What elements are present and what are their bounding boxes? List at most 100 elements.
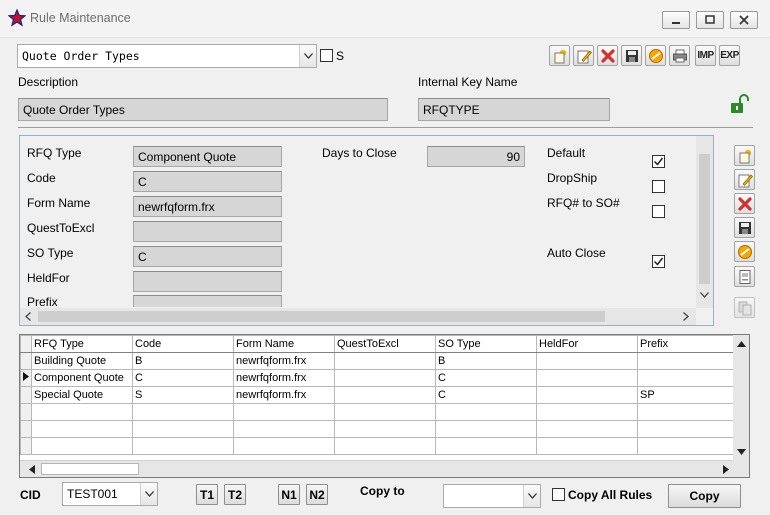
table-cell[interactable]: Component Quote (31, 369, 133, 387)
column-header[interactable]: Prefix (637, 335, 735, 353)
table-cell[interactable] (637, 369, 735, 387)
t1-button[interactable]: T1 (196, 484, 218, 505)
table-cell[interactable]: C (435, 386, 537, 404)
rule-select[interactable]: Quote Order Types (17, 44, 317, 68)
table-cell[interactable] (334, 386, 436, 404)
held-for-field[interactable] (133, 271, 282, 292)
t2-button[interactable]: T2 (224, 484, 246, 505)
copy-to-select[interactable] (443, 484, 541, 508)
table-cell[interactable] (435, 403, 537, 421)
column-header[interactable]: SO Type (435, 335, 537, 353)
row-header[interactable] (20, 386, 32, 404)
scroll-right-icon[interactable] (723, 465, 729, 474)
new-icon[interactable] (549, 45, 570, 66)
description-field[interactable]: Quote Order Types (18, 98, 388, 121)
n2-button[interactable]: N2 (306, 484, 328, 505)
table-row[interactable] (20, 437, 735, 455)
panel-vertical-thumb[interactable] (699, 154, 710, 284)
chevron-down-icon[interactable] (523, 485, 540, 507)
copy-button[interactable]: Copy (668, 484, 741, 508)
minimize-button[interactable] (662, 11, 690, 29)
table-cell[interactable] (334, 369, 436, 387)
table-cell[interactable] (334, 352, 436, 370)
quest-to-excl-field[interactable] (133, 221, 282, 242)
table-row[interactable]: Component Quote Cnewrfqform.frx C (20, 369, 735, 387)
table-cell[interactable]: C (132, 369, 234, 387)
side-save-icon[interactable] (734, 217, 755, 238)
table-cell[interactable] (334, 403, 436, 421)
save-icon[interactable] (621, 45, 642, 66)
table-cell[interactable] (637, 403, 735, 421)
table-cell[interactable]: Special Quote (31, 386, 133, 404)
table-cell[interactable] (132, 403, 234, 421)
table-cell[interactable] (132, 437, 234, 455)
cancel-icon[interactable] (645, 45, 666, 66)
table-cell[interactable]: B (435, 352, 537, 370)
internal-key-field[interactable]: RFQTYPE (418, 98, 610, 121)
side-cancel-icon[interactable] (734, 241, 755, 262)
table-cell[interactable] (31, 437, 133, 455)
row-header[interactable] (20, 437, 32, 455)
rules-grid[interactable]: RFQ Type Code Form Name QuestToExcl SO T… (19, 334, 750, 478)
side-edit-icon[interactable] (734, 169, 755, 190)
side-delete-icon[interactable] (734, 193, 755, 214)
delete-icon[interactable] (597, 45, 618, 66)
table-cell[interactable] (435, 437, 537, 455)
print-icon[interactable] (669, 45, 690, 66)
scroll-down-icon[interactable] (737, 449, 746, 455)
scroll-left-icon[interactable] (29, 465, 35, 474)
scroll-up-icon[interactable] (737, 341, 746, 347)
unlock-icon[interactable] (729, 94, 751, 114)
table-cell[interactable] (31, 420, 133, 438)
grid-vertical-scrollbar[interactable] (733, 335, 749, 477)
chevron-down-icon[interactable] (140, 483, 157, 505)
table-cell[interactable] (536, 437, 638, 455)
maximize-button[interactable] (696, 11, 724, 29)
close-button[interactable] (730, 11, 758, 29)
panel-vertical-scrollbar[interactable] (696, 136, 713, 308)
column-header[interactable]: Code (132, 335, 234, 353)
table-cell[interactable] (536, 369, 638, 387)
table-cell[interactable]: newrfqform.frx (233, 352, 335, 370)
form-name-field[interactable]: newrfqform.frx (133, 196, 282, 217)
rfq-type-field[interactable]: Component Quote (133, 146, 282, 167)
panel-horizontal-thumb[interactable] (38, 311, 605, 322)
table-cell[interactable]: S (132, 386, 234, 404)
grid-horizontal-scrollbar[interactable] (20, 460, 733, 477)
auto-close-checkbox[interactable] (652, 255, 665, 268)
import-button[interactable]: IMP (695, 45, 716, 66)
table-cell[interactable] (334, 437, 436, 455)
row-header[interactable] (20, 403, 32, 421)
copy-all-rules-checkbox[interactable] (552, 488, 565, 501)
column-header[interactable]: Form Name (233, 335, 335, 353)
table-cell[interactable] (637, 437, 735, 455)
table-cell[interactable] (536, 352, 638, 370)
table-cell[interactable]: newrfqform.frx (233, 369, 335, 387)
scroll-right-icon[interactable] (683, 312, 689, 321)
chevron-down-icon[interactable] (299, 45, 316, 67)
table-cell[interactable] (637, 352, 735, 370)
panel-horizontal-scrollbar[interactable] (20, 308, 696, 325)
table-cell[interactable] (132, 420, 234, 438)
dropship-checkbox[interactable] (652, 180, 665, 193)
rfq-to-so-checkbox[interactable] (652, 205, 665, 218)
table-cell[interactable] (435, 420, 537, 438)
row-header[interactable] (20, 369, 32, 387)
table-cell[interactable]: newrfqform.frx (233, 386, 335, 404)
table-row[interactable] (20, 403, 735, 421)
column-header[interactable]: RFQ Type (31, 335, 133, 353)
table-row[interactable]: Special Quote Snewrfqform.frx C SP (20, 386, 735, 404)
s-checkbox[interactable] (320, 49, 333, 62)
column-header[interactable]: QuestToExcl (334, 335, 436, 353)
table-cell[interactable] (233, 420, 335, 438)
table-cell[interactable] (536, 403, 638, 421)
default-checkbox[interactable] (652, 155, 665, 168)
prefix-field[interactable] (133, 295, 282, 307)
table-row[interactable]: Building Quote Bnewrfqform.frx B (20, 352, 735, 370)
table-cell[interactable] (31, 403, 133, 421)
table-row[interactable] (20, 420, 735, 438)
side-report-icon[interactable] (734, 266, 755, 287)
table-cell[interactable]: C (435, 369, 537, 387)
scroll-down-icon[interactable] (700, 292, 709, 298)
side-copy-icon[interactable] (734, 297, 755, 318)
